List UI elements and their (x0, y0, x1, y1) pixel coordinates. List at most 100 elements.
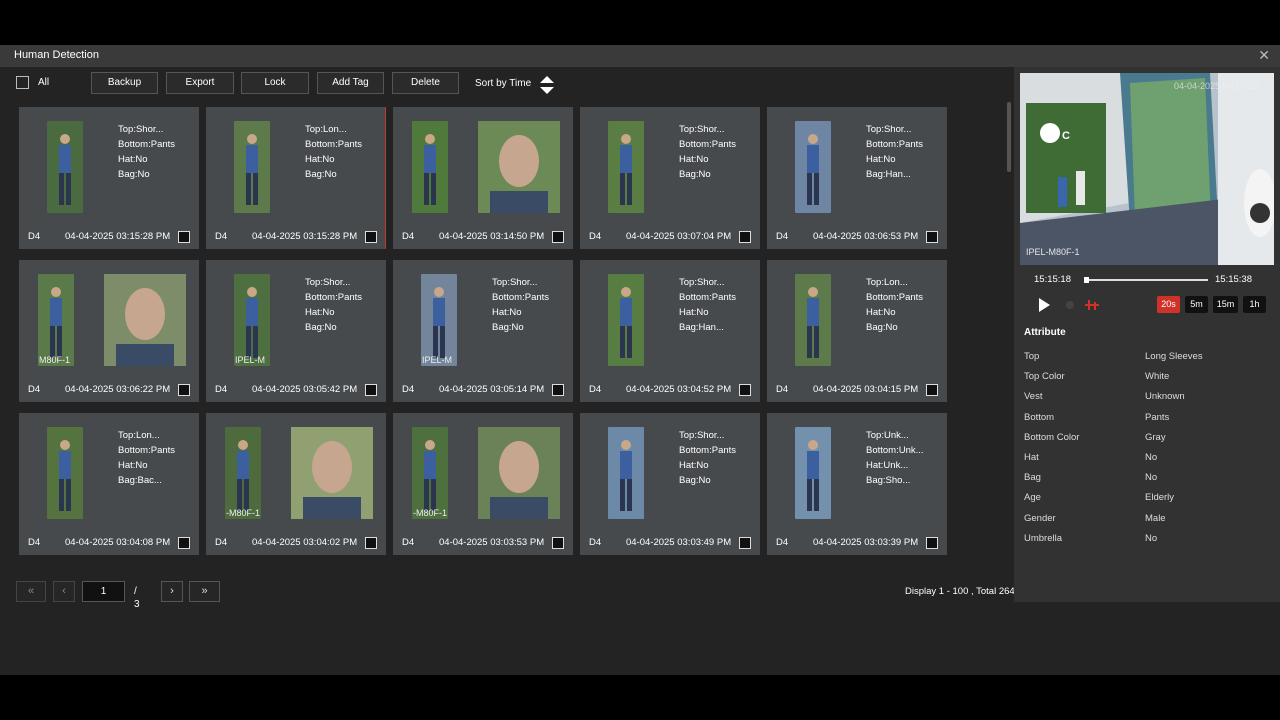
playback-progress-bar[interactable] (1084, 277, 1208, 283)
card-channel: D4 (215, 384, 228, 395)
card-checkbox[interactable] (178, 231, 190, 243)
prev-page-button[interactable]: ‹ (53, 581, 75, 602)
detection-card[interactable]: -M80F-1 D4 04-04-2025 03:04:02 PM (206, 413, 386, 555)
detection-card[interactable]: Top:Shor... Bottom:Pants Hat:No Bag:No D4 04-… (580, 107, 760, 249)
zoom-1h-button[interactable]: 1h (1243, 296, 1266, 313)
zoom-20s-button[interactable]: 20s (1157, 296, 1180, 313)
person-thumbnail[interactable]: -M80F-1 (412, 427, 448, 519)
video-watermark: 04-04-2025 Fri 15:15:... (1173, 81, 1268, 91)
attribute-value: Pants (1145, 411, 1170, 423)
card-checkbox[interactable] (926, 384, 938, 396)
card-timestamp: 04-04-2025 03:03:39 PM (813, 537, 919, 548)
export-button[interactable]: Export (166, 72, 234, 94)
card-checkbox[interactable] (739, 231, 751, 243)
person-thumbnail[interactable]: IPEL-M (234, 274, 270, 366)
detection-card[interactable]: Top:Lon... Bottom:Pants Hat:No Bag:No D4 04-0… (206, 107, 386, 249)
card-attribute-line: Bottom:Unk... (866, 445, 924, 456)
add-tag-button[interactable]: Add Tag (317, 72, 384, 94)
person-thumbnail[interactable]: -M80F-1 (225, 427, 261, 519)
card-checkbox[interactable] (178, 537, 190, 549)
play-icon[interactable] (1039, 298, 1050, 312)
zoom-5m-button[interactable]: 5m (1185, 296, 1208, 313)
select-all-checkbox[interactable] (16, 76, 29, 89)
card-attributes: Top:Shor... Bottom:Pants Hat:No Bag:No (679, 122, 736, 182)
attribute-value: Long Sleeves (1145, 351, 1203, 362)
detection-card[interactable]: Top:Lon... Bottom:Pants Hat:No Bag:Bac... D4… (19, 413, 199, 555)
person-thumbnail[interactable] (47, 427, 83, 519)
grid-scrollbar[interactable] (1007, 102, 1011, 172)
delete-button[interactable]: Delete (392, 72, 459, 94)
card-attribute-line: Bag:No (492, 322, 524, 333)
card-attribute-line: Hat:Unk... (866, 460, 909, 471)
progress-knob[interactable] (1084, 277, 1089, 283)
detection-card[interactable]: Top:Shor... Bottom:Pants Hat:No Bag:Han... D… (580, 260, 760, 402)
person-thumbnail[interactable] (608, 427, 644, 519)
card-attributes: Top:Shor... Bottom:Pants Hat:No Bag:Han... (679, 275, 736, 335)
attribute-key: Hat (1024, 452, 1039, 463)
detection-card[interactable]: Top:Shor... Bottom:Pants Hat:No Bag:Han... D… (767, 107, 947, 249)
card-checkbox[interactable] (552, 384, 564, 396)
lock-button[interactable]: Lock (241, 72, 309, 94)
detection-card[interactable]: Top:Shor... Bottom:Pants Hat:No Bag:No D4 04-… (580, 413, 760, 555)
card-checkbox[interactable] (552, 537, 564, 549)
detection-card[interactable]: -M80F-1 D4 04-04-2025 03:03:53 PM (393, 413, 573, 555)
first-page-button[interactable]: « (16, 581, 46, 602)
face-thumbnail[interactable] (478, 121, 560, 213)
card-attribute-line: Top:Lon... (118, 430, 160, 441)
card-attributes: Top:Shor... Bottom:Pants Hat:No Bag:No (305, 275, 362, 335)
card-attribute-line: Bottom:Pants (679, 445, 737, 456)
person-thumbnail[interactable] (795, 121, 831, 213)
person-thumbnail[interactable] (795, 274, 831, 366)
detection-card[interactable]: Top:Unk... Bottom:Unk... Hat:Unk... Bag:Sho… (767, 413, 947, 555)
attribute-key: Bottom (1024, 411, 1055, 423)
person-thumbnail[interactable]: M80F-1 (38, 274, 74, 366)
person-thumbnail[interactable] (608, 121, 644, 213)
zoom-15m-button[interactable]: 15m (1213, 296, 1238, 313)
face-thumbnail[interactable] (104, 274, 186, 366)
card-channel: D4 (776, 384, 789, 395)
card-checkbox[interactable] (926, 537, 938, 549)
card-attribute-line: Bag:Han... (679, 322, 724, 333)
sort-order-icon[interactable] (540, 76, 554, 94)
close-icon[interactable]: ✕ (1258, 46, 1270, 64)
card-timestamp: 04-04-2025 03:04:15 PM (813, 384, 919, 395)
card-checkbox[interactable] (552, 231, 564, 243)
card-checkbox[interactable] (365, 231, 377, 243)
stop-icon[interactable] (1066, 301, 1074, 309)
video-preview[interactable]: C 04-04-2025 Fri 15:15:... IPEL-M80F-1 (1020, 73, 1274, 265)
person-thumbnail[interactable] (234, 121, 270, 213)
person-thumbnail[interactable] (47, 121, 83, 213)
card-attributes: Top:Shor... Bottom:Pants Hat:No Bag:No (118, 122, 175, 182)
card-checkbox[interactable] (178, 384, 190, 396)
card-attribute-line: Bottom:Pants (866, 292, 924, 303)
card-timestamp: 04-04-2025 03:14:50 PM (439, 231, 545, 242)
attribute-key: Umbrella (1024, 532, 1063, 544)
card-checkbox[interactable] (365, 537, 377, 549)
card-checkbox[interactable] (739, 537, 751, 549)
detection-card[interactable]: IPEL-M Top:Shor... Bottom:Pants Hat:No Bag:N… (393, 260, 573, 402)
face-thumbnail[interactable] (291, 427, 373, 519)
detection-card[interactable]: IPEL-M Top:Shor... Bottom:Pants Hat:No Bag:N… (206, 260, 386, 402)
backup-button[interactable]: Backup (91, 72, 158, 94)
person-thumbnail[interactable] (412, 121, 448, 213)
display-count-label: Display 1 - 100 , Total 264 (905, 586, 1015, 597)
clip-icon[interactable] (1083, 298, 1101, 312)
detection-card[interactable]: D4 04-04-2025 03:14:50 PM (393, 107, 573, 249)
card-checkbox[interactable] (365, 384, 377, 396)
face-thumbnail[interactable] (478, 427, 560, 519)
person-thumbnail[interactable]: IPEL-M (421, 274, 457, 366)
detection-card[interactable]: Top:Lon... Bottom:Pants Hat:No Bag:No D4 04-0… (767, 260, 947, 402)
person-thumbnail[interactable] (608, 274, 644, 366)
person-thumbnail[interactable] (795, 427, 831, 519)
page-number-input[interactable]: 1 (82, 581, 125, 602)
card-checkbox[interactable] (926, 231, 938, 243)
thumbnail-camera-label: -M80F-1 (413, 508, 448, 518)
attribute-value: Male (1145, 512, 1166, 524)
card-timestamp: 04-04-2025 03:03:53 PM (439, 537, 545, 548)
next-page-button[interactable]: › (161, 581, 183, 602)
detection-card[interactable]: M80F-1 D4 04-04-2025 03:06:22 PM (19, 260, 199, 402)
last-page-button[interactable]: » (189, 581, 220, 602)
card-checkbox[interactable] (739, 384, 751, 396)
detection-card[interactable]: Top:Shor... Bottom:Pants Hat:No Bag:No D4 04-… (19, 107, 199, 249)
attribute-key: Bottom Color (1024, 431, 1080, 443)
